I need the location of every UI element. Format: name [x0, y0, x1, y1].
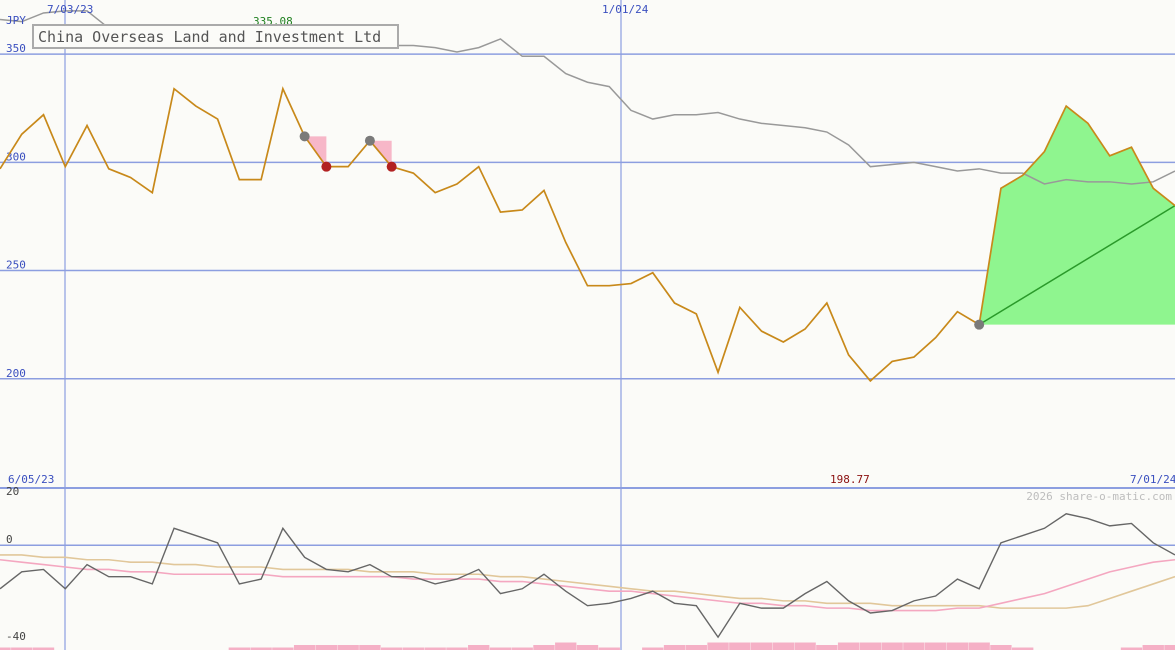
sell-marker-2 — [386, 161, 397, 172]
volume-bar — [359, 645, 381, 650]
volume-bar — [881, 642, 903, 650]
volume-bar — [816, 645, 838, 650]
volume-bar — [315, 645, 338, 650]
volume-bar — [707, 642, 729, 650]
volume-bar — [946, 642, 969, 650]
volume-bar — [903, 642, 925, 650]
volume-bar — [293, 645, 316, 650]
volume-bar — [337, 645, 359, 650]
price-tick-label-300: 300 — [6, 150, 26, 163]
volume-bar — [750, 642, 773, 650]
share-chart: 350300250200200-40 JPY 7/03/23 1/01/24 3… — [0, 0, 1175, 650]
date-label-top-2: 1/01/24 — [602, 3, 649, 16]
price-tick-label-250: 250 — [6, 259, 26, 272]
chart-title: China Overseas Land and Investment Ltd — [38, 28, 381, 46]
chart-background — [0, 0, 1175, 650]
volume-bar — [468, 645, 490, 650]
volume-bar — [729, 642, 751, 650]
volume-bar — [772, 642, 795, 650]
volume-bar — [859, 642, 882, 650]
volume-bar — [968, 642, 990, 650]
indicator-tick-label--40: -40 — [6, 630, 26, 643]
volume-bar — [576, 645, 599, 650]
date-label-bottom-left: 6/05/23 — [8, 473, 54, 486]
price-tick-label-200: 200 — [6, 367, 26, 380]
volume-bar — [685, 645, 707, 650]
volume-bar — [533, 645, 555, 650]
min-price-label: 198.77 — [830, 473, 870, 486]
volume-bar — [794, 642, 816, 650]
signal-start-marker-2 — [364, 135, 375, 146]
volume-bar — [663, 645, 686, 650]
date-label-top-1: 7/03/23 — [47, 3, 93, 16]
volume-bar — [555, 642, 577, 650]
trend-start-marker — [974, 319, 985, 330]
currency-label: JPY — [6, 14, 26, 27]
indicator-tick-label-0: 0 — [6, 533, 13, 546]
date-label-bottom-right: 7/01/24 — [1130, 473, 1175, 486]
price-tick-label-350: 350 — [6, 42, 26, 55]
volume-bar — [990, 645, 1012, 650]
sell-marker-1 — [321, 161, 332, 172]
volume-bar — [1164, 645, 1175, 650]
title-box: China Overseas Land and Investment Ltd — [32, 24, 399, 49]
volume-bar — [924, 642, 947, 650]
signal-start-marker-1 — [299, 131, 310, 142]
indicator-tick-label-20: 20 — [6, 485, 19, 498]
volume-bar — [837, 642, 860, 650]
watermark: 2026 share-o-matic.com — [1026, 490, 1172, 503]
volume-bar — [1142, 645, 1164, 650]
